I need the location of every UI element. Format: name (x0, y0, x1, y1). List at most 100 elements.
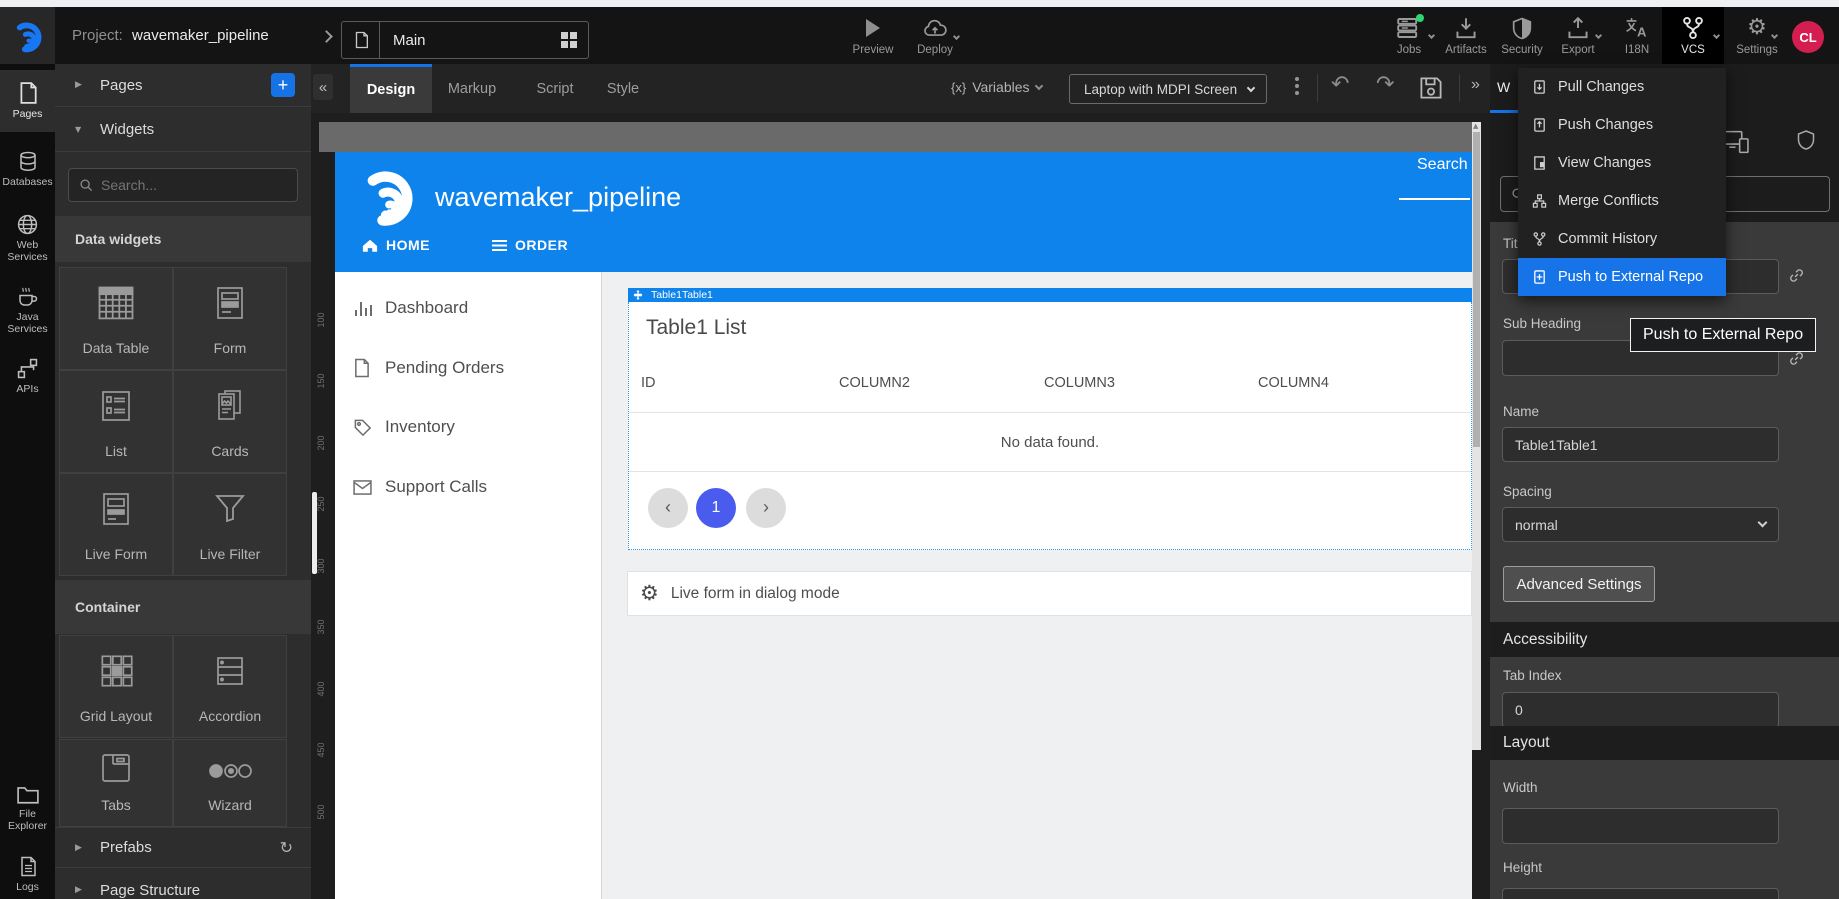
live-form-widget[interactable]: ⚙ Live form in dialog mode (627, 571, 1472, 616)
tab-markup[interactable]: Markup (432, 64, 512, 113)
menu-item-pull-changes[interactable]: Pull Changes (1518, 68, 1726, 106)
pagination-prev-button[interactable]: ‹ (648, 488, 688, 528)
security-button[interactable]: Security (1496, 7, 1548, 64)
widget-selection-bar[interactable]: Table1Table1 (628, 288, 1472, 302)
widget-tile-list[interactable]: List (60, 371, 172, 472)
menu-item-commit-history[interactable]: Commit History (1518, 220, 1726, 258)
push-external-repo-icon (1532, 269, 1547, 285)
widget-tile-live-form[interactable]: Live Form (60, 474, 172, 575)
sidenav-item-pending-orders[interactable]: Pending Orders (335, 353, 601, 383)
user-avatar[interactable]: CL (1792, 21, 1824, 53)
rail-item-logs[interactable]: Logs (0, 848, 55, 899)
add-page-button[interactable]: + (271, 73, 295, 97)
widgets-accordion-header[interactable]: ▼ Widgets (55, 107, 311, 152)
scrollbar-thumb[interactable] (1473, 132, 1480, 447)
document-icon (353, 358, 370, 378)
app-search-link[interactable]: Search (1417, 156, 1468, 174)
menu-item-push-to-external-repo[interactable]: Push to External Repo (1518, 258, 1726, 296)
envelope-icon (353, 480, 372, 495)
canvas-scrollbar[interactable]: ▲ (1472, 122, 1481, 750)
bind-link-icon[interactable] (1788, 267, 1805, 284)
column-header[interactable]: COLUMN4 (1258, 375, 1329, 391)
widget-tile-form[interactable]: Form (174, 268, 286, 369)
refresh-icon[interactable]: ↻ (280, 838, 293, 857)
expand-right-panel-button[interactable]: » (1471, 76, 1480, 94)
widget-tile-live-filter[interactable]: Live Filter (174, 474, 286, 575)
page-selector[interactable]: Main (341, 21, 589, 59)
column-header[interactable]: ID (641, 375, 656, 391)
tab-label: Design (367, 82, 415, 98)
globe-icon (17, 214, 38, 235)
save-button[interactable] (1419, 76, 1443, 100)
devices-icon[interactable] (1722, 130, 1749, 154)
rail-item-web-services[interactable]: Web Services (0, 206, 55, 270)
height-input[interactable] (1502, 888, 1779, 899)
shield-outline-icon[interactable] (1797, 129, 1815, 151)
tabindex-input[interactable] (1502, 692, 1779, 728)
nav-item-home[interactable]: HOME (362, 237, 430, 253)
pagination-page-1[interactable]: 1 (696, 488, 736, 528)
sidenav-item-inventory[interactable]: Inventory (335, 412, 601, 442)
jobs-button[interactable]: Jobs (1386, 7, 1432, 64)
redo-button[interactable]: ↷ (1376, 72, 1394, 97)
width-input[interactable] (1502, 808, 1779, 844)
tab-design[interactable]: Design (350, 64, 432, 113)
panel-scrollbar-thumb[interactable] (312, 492, 317, 574)
section-accessibility[interactable]: Accessibility (1490, 622, 1839, 657)
spacing-select[interactable]: normal (1502, 507, 1779, 542)
menu-item-view-changes[interactable]: View Changes (1518, 144, 1726, 182)
rail-item-pages[interactable]: Pages (0, 70, 55, 132)
widget-tile-tabs[interactable]: Tabs (60, 740, 172, 826)
widget-search[interactable] (68, 168, 298, 202)
rail-item-databases[interactable]: Databases (0, 140, 55, 198)
menu-item-push-changes[interactable]: Push Changes (1518, 106, 1726, 144)
page-structure-accordion-header[interactable]: ▶ Page Structure (55, 870, 311, 899)
pagination-next-button[interactable]: › (746, 488, 786, 528)
widget-tile-data-table[interactable]: Data Table (60, 268, 172, 369)
rail-item-file-explorer[interactable]: File Explorer (0, 775, 55, 841)
nav-item-order[interactable]: ORDER (492, 237, 568, 253)
preview-button[interactable]: Preview (845, 7, 901, 64)
rail-item-java-services[interactable]: Java Services (0, 278, 55, 342)
search-input[interactable] (101, 177, 297, 193)
left-rail: Pages Databases Web Services Java Servic… (0, 64, 55, 899)
name-input[interactable] (1502, 427, 1779, 462)
settings-button[interactable]: ⚙ Settings (1728, 7, 1786, 64)
rail-item-apis[interactable]: APIs (0, 350, 55, 402)
device-sel ector[interactable]: Laptop with MDPI Screen (1069, 74, 1267, 104)
variables-dropdown[interactable]: {x} Variables (951, 79, 1042, 95)
undo-button[interactable]: ↶ (1331, 72, 1349, 97)
prefabs-accordion-header[interactable]: ▶ Prefabs ↻ (55, 827, 311, 868)
artifacts-button[interactable]: Artifacts (1440, 7, 1492, 64)
column-header[interactable]: COLUMN3 (1044, 375, 1115, 391)
column-header[interactable]: COLUMN2 (839, 375, 910, 391)
menu-item-merge-conflicts[interactable]: Merge Conflicts (1518, 182, 1726, 220)
widget-tile-grid-layout[interactable]: Grid Layout (60, 636, 172, 737)
sidenav-item-support-calls[interactable]: Support Calls (335, 472, 601, 502)
widget-tile-cards[interactable]: Cards (174, 371, 286, 472)
sidenav-item-dashboard[interactable]: Dashboard (335, 293, 601, 323)
rail-label: File Explorer (0, 808, 55, 832)
collapse-left-panel-button[interactable]: « (313, 74, 333, 100)
widget-tile-label: Tabs (101, 797, 131, 813)
more-options-kebab[interactable] (1295, 77, 1299, 95)
tab-widget[interactable]: W (1497, 79, 1510, 95)
vcs-button[interactable]: VCS (1662, 7, 1724, 64)
menu-item-label: View Changes (1558, 155, 1651, 171)
pages-grid-icon[interactable] (561, 32, 577, 48)
deploy-button[interactable]: Deploy (905, 7, 965, 64)
export-button[interactable]: Export (1552, 7, 1604, 64)
bind-link-icon[interactable] (1788, 350, 1805, 367)
widget-tile-accordion[interactable]: Accordion (174, 636, 286, 737)
scrollbar-up-arrow[interactable]: ▲ (1473, 122, 1478, 130)
section-layout[interactable]: Layout (1490, 726, 1839, 760)
i18n-button[interactable]: A I18N (1614, 7, 1660, 64)
tab-style[interactable]: Style (592, 64, 654, 113)
pages-accordion-header[interactable]: ▶ Pages + (55, 64, 311, 107)
width-field-label: Width (1503, 780, 1538, 795)
tab-script[interactable]: Script (520, 64, 590, 113)
advanced-settings-button[interactable]: Advanced Settings (1503, 566, 1655, 602)
table-widget[interactable]: Table1 List ID COLUMN2 COLUMN3 COLUMN4 N… (628, 302, 1472, 550)
widget-tile-wizard[interactable]: Wizard (174, 740, 286, 826)
wavemaker-logo[interactable] (0, 7, 55, 64)
